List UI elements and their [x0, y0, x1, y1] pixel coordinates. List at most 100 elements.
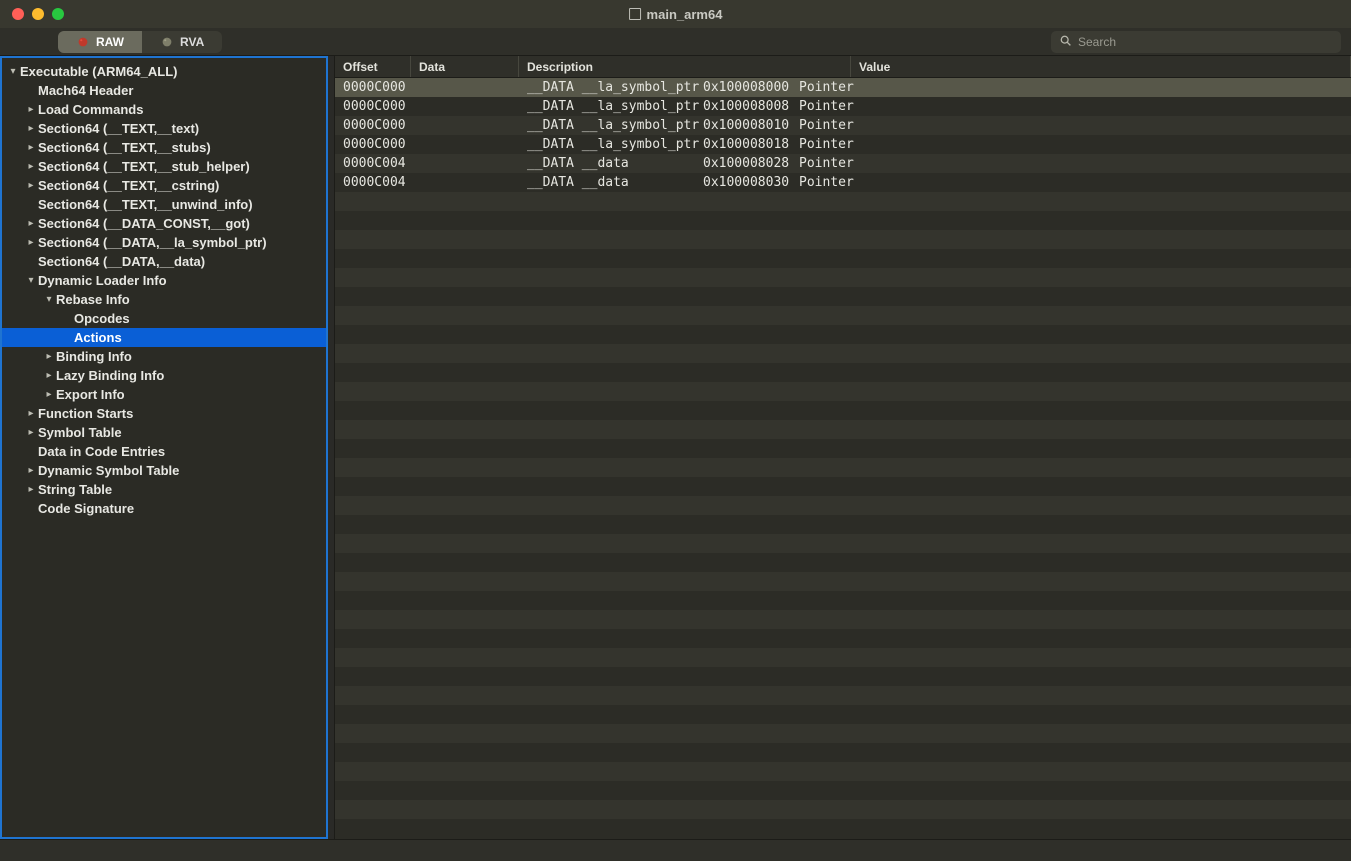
cell-value: Pointer	[791, 137, 1351, 152]
sidebar-item[interactable]: ▸Lazy Binding Info	[2, 366, 326, 385]
cell-description: __DATA __la_symbol_ptr	[519, 80, 695, 95]
table-row-empty	[335, 572, 1351, 591]
table-row-empty	[335, 496, 1351, 515]
sidebar-item[interactable]: ▸Symbol Table	[2, 423, 326, 442]
disclosure-right-icon[interactable]: ▸	[24, 408, 38, 419]
sidebar-item-label: Section64 (__TEXT,__unwind_info)	[38, 197, 253, 212]
table-row-empty	[335, 781, 1351, 800]
search-input[interactable]	[1078, 35, 1333, 49]
sidebar-item-label: Opcodes	[74, 311, 130, 326]
sidebar-item[interactable]: ▾Dynamic Loader Info	[2, 271, 326, 290]
cell-description: __DATA __la_symbol_ptr	[519, 137, 695, 152]
sidebar-item[interactable]: ▸Dynamic Symbol Table	[2, 461, 326, 480]
col-data[interactable]: Data	[411, 56, 519, 77]
disclosure-right-icon[interactable]: ▸	[24, 123, 38, 134]
table-body[interactable]: 0000C000__DATA __la_symbol_ptr0x10000800…	[335, 78, 1351, 839]
sidebar-item[interactable]: Section64 (__DATA,__data)	[2, 252, 326, 271]
disclosure-right-icon[interactable]: ▸	[24, 180, 38, 191]
tab-rva[interactable]: RVA	[142, 31, 222, 53]
disclosure-down-icon[interactable]: ▾	[42, 294, 56, 305]
table-row-empty	[335, 800, 1351, 819]
table-row-empty	[335, 287, 1351, 306]
cell-offset: 0000C000	[335, 137, 411, 152]
table-row[interactable]: 0000C004__DATA __data0x100008028Pointer	[335, 154, 1351, 173]
tab-raw[interactable]: RAW	[58, 31, 142, 53]
sidebar-item[interactable]: ▾Rebase Info	[2, 290, 326, 309]
tab-raw-label: RAW	[96, 35, 124, 49]
cell-address: 0x100008030	[695, 175, 791, 190]
sidebar-item[interactable]: ▸Function Starts	[2, 404, 326, 423]
sidebar[interactable]: ▾Executable (ARM64_ALL)Mach64 Header▸Loa…	[0, 56, 328, 839]
sidebar-item[interactable]: ▸Section64 (__TEXT,__stubs)	[2, 138, 326, 157]
table-row[interactable]: 0000C000 __DATA __la_symbol_ptr0x10000800…	[335, 78, 1351, 97]
table-row[interactable]: 0000C000__DATA __la_symbol_ptr0x10000801…	[335, 116, 1351, 135]
window-controls	[0, 8, 64, 20]
table-row-empty	[335, 268, 1351, 287]
disclosure-right-icon[interactable]: ▸	[24, 237, 38, 248]
sidebar-item-label: Binding Info	[56, 349, 132, 364]
table-row-empty	[335, 553, 1351, 572]
sidebar-item-label: Dynamic Symbol Table	[38, 463, 179, 478]
sidebar-item[interactable]: Actions	[2, 328, 326, 347]
disclosure-right-icon[interactable]: ▸	[42, 351, 56, 362]
sidebar-item[interactable]: Data in Code Entries	[2, 442, 326, 461]
sidebar-item[interactable]: Opcodes	[2, 309, 326, 328]
disclosure-right-icon[interactable]: ▸	[42, 370, 56, 381]
cell-value: Pointer	[791, 156, 1351, 171]
disclosure-right-icon[interactable]: ▸	[24, 161, 38, 172]
document-icon	[629, 8, 641, 20]
sidebar-item[interactable]: ▸Load Commands	[2, 100, 326, 119]
sidebar-item[interactable]: Mach64 Header	[2, 81, 326, 100]
table-row-empty	[335, 325, 1351, 344]
cell-address: 0x100008028	[695, 156, 791, 171]
table-row-empty	[335, 686, 1351, 705]
col-value[interactable]: Value	[851, 56, 1351, 77]
table-row-empty	[335, 591, 1351, 610]
sidebar-item[interactable]: ▸Section64 (__DATA,__la_symbol_ptr)	[2, 233, 326, 252]
table-row[interactable]: 0000C000__DATA __la_symbol_ptr0x10000800…	[335, 97, 1351, 116]
sidebar-item[interactable]: Section64 (__TEXT,__unwind_info)	[2, 195, 326, 214]
sidebar-item[interactable]: ▸String Table	[2, 480, 326, 499]
sidebar-item[interactable]: ▸Section64 (__DATA_CONST,__got)	[2, 214, 326, 233]
close-window-button[interactable]	[12, 8, 24, 20]
disclosure-right-icon[interactable]: ▸	[24, 484, 38, 495]
table-header: Offset Data Description Value	[335, 56, 1351, 78]
disclosure-down-icon[interactable]: ▾	[6, 66, 20, 77]
sidebar-item[interactable]: Code Signature	[2, 499, 326, 518]
col-description[interactable]: Description	[519, 56, 851, 77]
search-field-wrap[interactable]	[1051, 31, 1341, 53]
disclosure-right-icon[interactable]: ▸	[24, 142, 38, 153]
cell-description: __DATA __la_symbol_ptr	[519, 99, 695, 114]
main-split: ▾Executable (ARM64_ALL)Mach64 Header▸Loa…	[0, 56, 1351, 839]
sidebar-item-label: String Table	[38, 482, 112, 497]
sidebar-item[interactable]: ▸Section64 (__TEXT,__stub_helper)	[2, 157, 326, 176]
titlebar: main_arm64	[0, 0, 1351, 28]
col-offset[interactable]: Offset	[335, 56, 411, 77]
disclosure-right-icon[interactable]: ▸	[24, 465, 38, 476]
disclosure-down-icon[interactable]: ▾	[24, 275, 38, 286]
disclosure-right-icon[interactable]: ▸	[24, 427, 38, 438]
cell-offset: 0000C000	[335, 80, 411, 95]
toolbar: RAW RVA	[0, 28, 1351, 56]
sidebar-item-label: Section64 (__DATA,__data)	[38, 254, 205, 269]
sidebar-item[interactable]: ▸Export Info	[2, 385, 326, 404]
maximize-window-button[interactable]	[52, 8, 64, 20]
table-row[interactable]: 0000C000__DATA __la_symbol_ptr0x10000801…	[335, 135, 1351, 154]
cell-address: 0x100008000	[695, 80, 791, 95]
disclosure-right-icon[interactable]: ▸	[42, 389, 56, 400]
table-row-empty	[335, 819, 1351, 838]
disclosure-right-icon[interactable]: ▸	[24, 104, 38, 115]
window-title: main_arm64	[629, 7, 723, 22]
table-row-empty	[335, 439, 1351, 458]
table-row-empty	[335, 230, 1351, 249]
disclosure-right-icon[interactable]: ▸	[24, 218, 38, 229]
sidebar-item[interactable]: ▸Section64 (__TEXT,__cstring)	[2, 176, 326, 195]
sidebar-item-label: Dynamic Loader Info	[38, 273, 167, 288]
cell-description: __DATA __la_symbol_ptr	[519, 118, 695, 133]
sidebar-item[interactable]: ▸Section64 (__TEXT,__text)	[2, 119, 326, 138]
sidebar-item[interactable]: ▾Executable (ARM64_ALL)	[2, 62, 326, 81]
minimize-window-button[interactable]	[32, 8, 44, 20]
table-row-empty	[335, 629, 1351, 648]
table-row[interactable]: 0000C004__DATA __data0x100008030Pointer	[335, 173, 1351, 192]
sidebar-item[interactable]: ▸Binding Info	[2, 347, 326, 366]
